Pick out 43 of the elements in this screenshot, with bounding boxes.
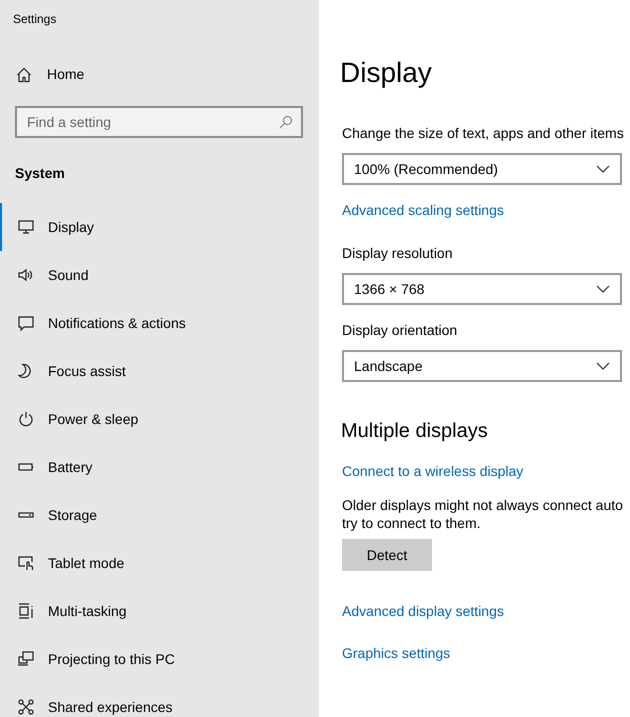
search-icon <box>279 115 293 129</box>
dropdown[interactable]: 1366 × 768 <box>342 273 622 305</box>
nav-item[interactable]: Notifications & actions <box>0 299 319 347</box>
nav-item[interactable]: Power & sleep <box>0 395 319 443</box>
nav-item[interactable]: Sound <box>0 251 319 299</box>
speech-bubble-icon <box>18 315 34 331</box>
moon-icon <box>18 363 34 379</box>
nav-item[interactable]: Shared experiences <box>0 683 319 717</box>
multitask-icon <box>18 603 34 619</box>
home-icon <box>16 66 32 82</box>
nav-item[interactable]: Battery <box>0 443 319 491</box>
chevron-down-icon <box>596 362 610 370</box>
settings-link[interactable]: Advanced display settings <box>342 601 504 622</box>
dropdown[interactable]: Landscape <box>342 350 622 382</box>
page-title: Display <box>340 56 432 90</box>
monitor-icon <box>18 219 34 235</box>
chevron-down-icon <box>596 285 610 293</box>
nav-item[interactable]: Projecting to this PC <box>0 635 319 683</box>
chevron-down-icon <box>596 165 610 173</box>
field-label: Display orientation <box>342 321 458 340</box>
search-field[interactable]: Find a setting <box>15 106 303 138</box>
nav-item[interactable]: Storage <box>0 491 319 539</box>
tablet-touch-icon <box>18 555 34 571</box>
field-label: Display resolution <box>342 244 454 263</box>
detect-button[interactable]: Detect <box>342 539 432 571</box>
window-title: Settings <box>13 11 56 28</box>
power-icon <box>18 411 34 427</box>
wireless-display-link[interactable]: Connect to a wireless display <box>342 461 524 482</box>
home-link[interactable]: Home <box>16 64 84 85</box>
section-heading: Multiple displays <box>341 419 488 444</box>
note-text: Older displays might not always connect auto <box>342 496 623 514</box>
advanced-scaling-link[interactable]: Advanced scaling settings <box>342 200 504 221</box>
nav-item[interactable]: Multi-tasking <box>0 587 319 635</box>
network-icon <box>18 699 34 715</box>
dropdown[interactable]: 100% (Recommended) <box>342 153 622 185</box>
note-text: try to connect to them. <box>342 514 481 532</box>
field-label: Change the size of text, apps and other items <box>342 124 625 143</box>
nav-item[interactable]: Focus assist <box>0 347 319 395</box>
speaker-icon <box>18 267 34 283</box>
projection-icon <box>18 651 34 667</box>
section-heading: System <box>15 164 65 183</box>
settings-link[interactable]: Graphics settings <box>342 643 450 664</box>
nav-item[interactable]: Tablet mode <box>0 539 319 587</box>
